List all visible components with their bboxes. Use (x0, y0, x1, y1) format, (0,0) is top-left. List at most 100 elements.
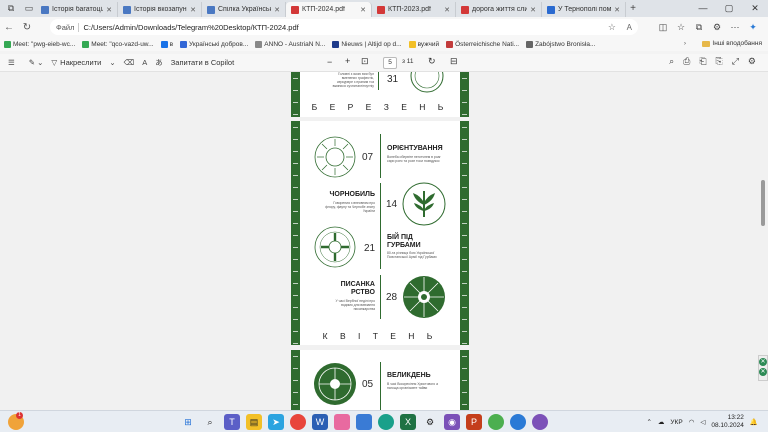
bookmark-item[interactable]: Meet: "qco-vazd-uw... (82, 40, 154, 48)
extension-icon[interactable]: ✕ (759, 358, 767, 366)
close-icon[interactable]: ✕ (444, 6, 450, 14)
contents-icon[interactable]: ☰ (8, 58, 15, 67)
wifi-icon[interactable]: ◠ (689, 418, 695, 426)
tab-3[interactable]: КТП-2024.pdf ✕ (286, 2, 372, 17)
close-icon[interactable]: ✕ (106, 6, 112, 14)
refresh-button[interactable]: ↻ (18, 22, 36, 33)
favorites-icon[interactable]: ☆ (674, 22, 688, 33)
close-icon[interactable]: ✕ (190, 6, 196, 14)
powerpoint-icon[interactable]: P (466, 414, 482, 430)
cloud-icon[interactable]: ☁ (658, 418, 665, 426)
menu-icon[interactable]: ⋯ (728, 22, 742, 33)
new-tab-button[interactable]: + (626, 3, 640, 14)
teams-icon[interactable]: T (224, 414, 240, 430)
clock[interactable]: 13:22 08.10.2024 (711, 414, 744, 430)
tab-2[interactable]: Спілка Українсько ✕ (202, 2, 286, 17)
close-icon[interactable]: ✕ (614, 6, 620, 14)
edge-icon[interactable] (378, 414, 394, 430)
browser-toolbar: ◫ ☆ ⧉ ⚙ ⋯ ✦ (656, 17, 760, 37)
collections-icon[interactable]: ⧉ (692, 22, 706, 33)
zoom-in-icon[interactable]: + (345, 56, 350, 66)
pdf-page-march: Головні з якою вии бул вменених графесті… (291, 72, 469, 117)
page-view-icon[interactable]: ⊟ (450, 56, 458, 67)
file-explorer-icon[interactable]: ▤ (246, 414, 262, 430)
bookmark-item[interactable]: Українські добров... (180, 40, 248, 48)
sidebar-extension[interactable]: ✕ ✕ (758, 355, 768, 381)
photos-icon[interactable] (334, 414, 350, 430)
viber-alt-icon[interactable] (532, 414, 548, 430)
tab-4[interactable]: КТП-2023.pdf ✕ (372, 2, 456, 17)
rotate-icon[interactable]: ↻ (428, 56, 436, 67)
fit-page-icon[interactable]: ⊡ (361, 56, 369, 67)
bookmark-label: ANNO - AustriaN N... (264, 40, 326, 48)
language-indicator[interactable]: УКР (670, 419, 682, 426)
bookmark-item[interactable]: вужчий (408, 40, 439, 48)
draw-dropdown-icon[interactable]: ⌄ (109, 58, 115, 67)
print-icon[interactable]: ⎙ (683, 56, 690, 67)
tab-1[interactable]: Історія вкозапуни ✕ (118, 2, 202, 17)
edge-alt-icon[interactable] (510, 414, 526, 430)
bookmark-favicon (408, 40, 416, 48)
other-favorites-folder[interactable]: Інші вподобання (702, 37, 762, 51)
draw-icon[interactable]: ▽ (51, 58, 57, 67)
store-icon[interactable] (356, 414, 372, 430)
copilot-button[interactable]: Запитати в Copilot (171, 58, 234, 67)
chevron-up-icon[interactable]: ⌃ (646, 418, 651, 426)
translate-icon[interactable]: あ (155, 57, 163, 68)
tab-5[interactable]: дорога життя слин ✕ (456, 2, 542, 17)
maximize-button[interactable]: ▢ (716, 0, 742, 17)
telegram-icon[interactable]: ➤ (268, 414, 284, 430)
settings-icon[interactable]: ⚙ (422, 414, 438, 430)
extension-icon[interactable]: ✕ (759, 368, 767, 376)
notifications-icon[interactable]: 🔔 (750, 418, 758, 426)
month-heading: Б Е Р Е З Е Н Ь (311, 102, 449, 112)
address-bar[interactable]: Файл C:/Users/Admin/Downloads/Telegram%2… (50, 19, 638, 35)
save-icon[interactable]: ⎗ (699, 56, 706, 67)
tab-6[interactable]: У Тернополі поме ✕ (542, 2, 626, 17)
close-icon[interactable]: ✕ (360, 6, 366, 14)
highlight-icon[interactable]: ✎ ⌄ (29, 58, 44, 67)
bookmark-item[interactable]: ANNO - AustriaN N... (255, 40, 326, 48)
split-screen-icon[interactable]: ◫ (656, 22, 670, 33)
zoom-out-icon[interactable]: − (327, 57, 332, 67)
favorite-star-icon[interactable]: ☆ (608, 22, 616, 33)
bookmark-item[interactable]: Nieuws | Altijd op d... (332, 40, 402, 48)
bookmark-item[interactable]: Zabójstwo Bronisła... (526, 40, 595, 48)
bookmark-item[interactable]: в (160, 40, 174, 48)
word-icon[interactable]: W (312, 414, 328, 430)
chrome-alt-icon[interactable] (488, 414, 504, 430)
save-as-icon[interactable]: ⎘ (716, 56, 723, 67)
url-text: C:/Users/Admin/Downloads/Telegram%20Desk… (83, 22, 299, 32)
bookmark-favicon (4, 40, 11, 48)
fullscreen-icon[interactable]: ⤢ (732, 56, 739, 67)
read-aloud-icon[interactable]: A (142, 58, 147, 67)
start-icon[interactable]: ⊞ (180, 414, 196, 430)
excel-icon[interactable]: X (400, 414, 416, 430)
volume-icon[interactable]: ◁ (700, 418, 705, 426)
bookmark-item[interactable]: Österreichische Nati... (446, 40, 519, 48)
search-icon[interactable]: ⌕ (202, 414, 218, 430)
scrollbar-thumb[interactable] (761, 180, 765, 226)
pdf-viewer[interactable]: Головні з якою вии бул вменених графесті… (0, 72, 768, 410)
bookmark-label: в (169, 40, 174, 48)
tab-0[interactable]: Історія багатоцільн ✕ (36, 2, 118, 17)
copilot-icon[interactable]: ✦ (746, 22, 760, 33)
minimize-button[interactable]: — (690, 0, 716, 17)
extensions-icon[interactable]: ⚙ (710, 22, 724, 33)
back-button[interactable]: ← (0, 22, 18, 33)
erase-icon[interactable]: ⌫ (124, 58, 135, 67)
search-icon[interactable]: ⌕ (669, 56, 674, 67)
close-window-button[interactable]: ✕ (742, 0, 768, 17)
workspaces-icon[interactable]: ⧉ (4, 2, 18, 16)
page-number-input[interactable]: 5 (383, 57, 397, 69)
chrome-icon[interactable] (290, 414, 306, 430)
tab-actions-icon[interactable]: ▭ (22, 2, 36, 16)
close-icon[interactable]: ✕ (274, 6, 280, 14)
chevron-right-icon[interactable]: › (684, 37, 686, 51)
draw-label[interactable]: Накреслити (60, 58, 101, 67)
bookmark-item[interactable]: Meet: "pwg-eieb-wc... (4, 40, 75, 48)
settings-icon[interactable]: ⚙ (748, 56, 756, 67)
read-aloud-icon[interactable]: A (627, 23, 632, 32)
close-icon[interactable]: ✕ (530, 6, 536, 14)
viber-icon[interactable]: ◉ (444, 414, 460, 430)
